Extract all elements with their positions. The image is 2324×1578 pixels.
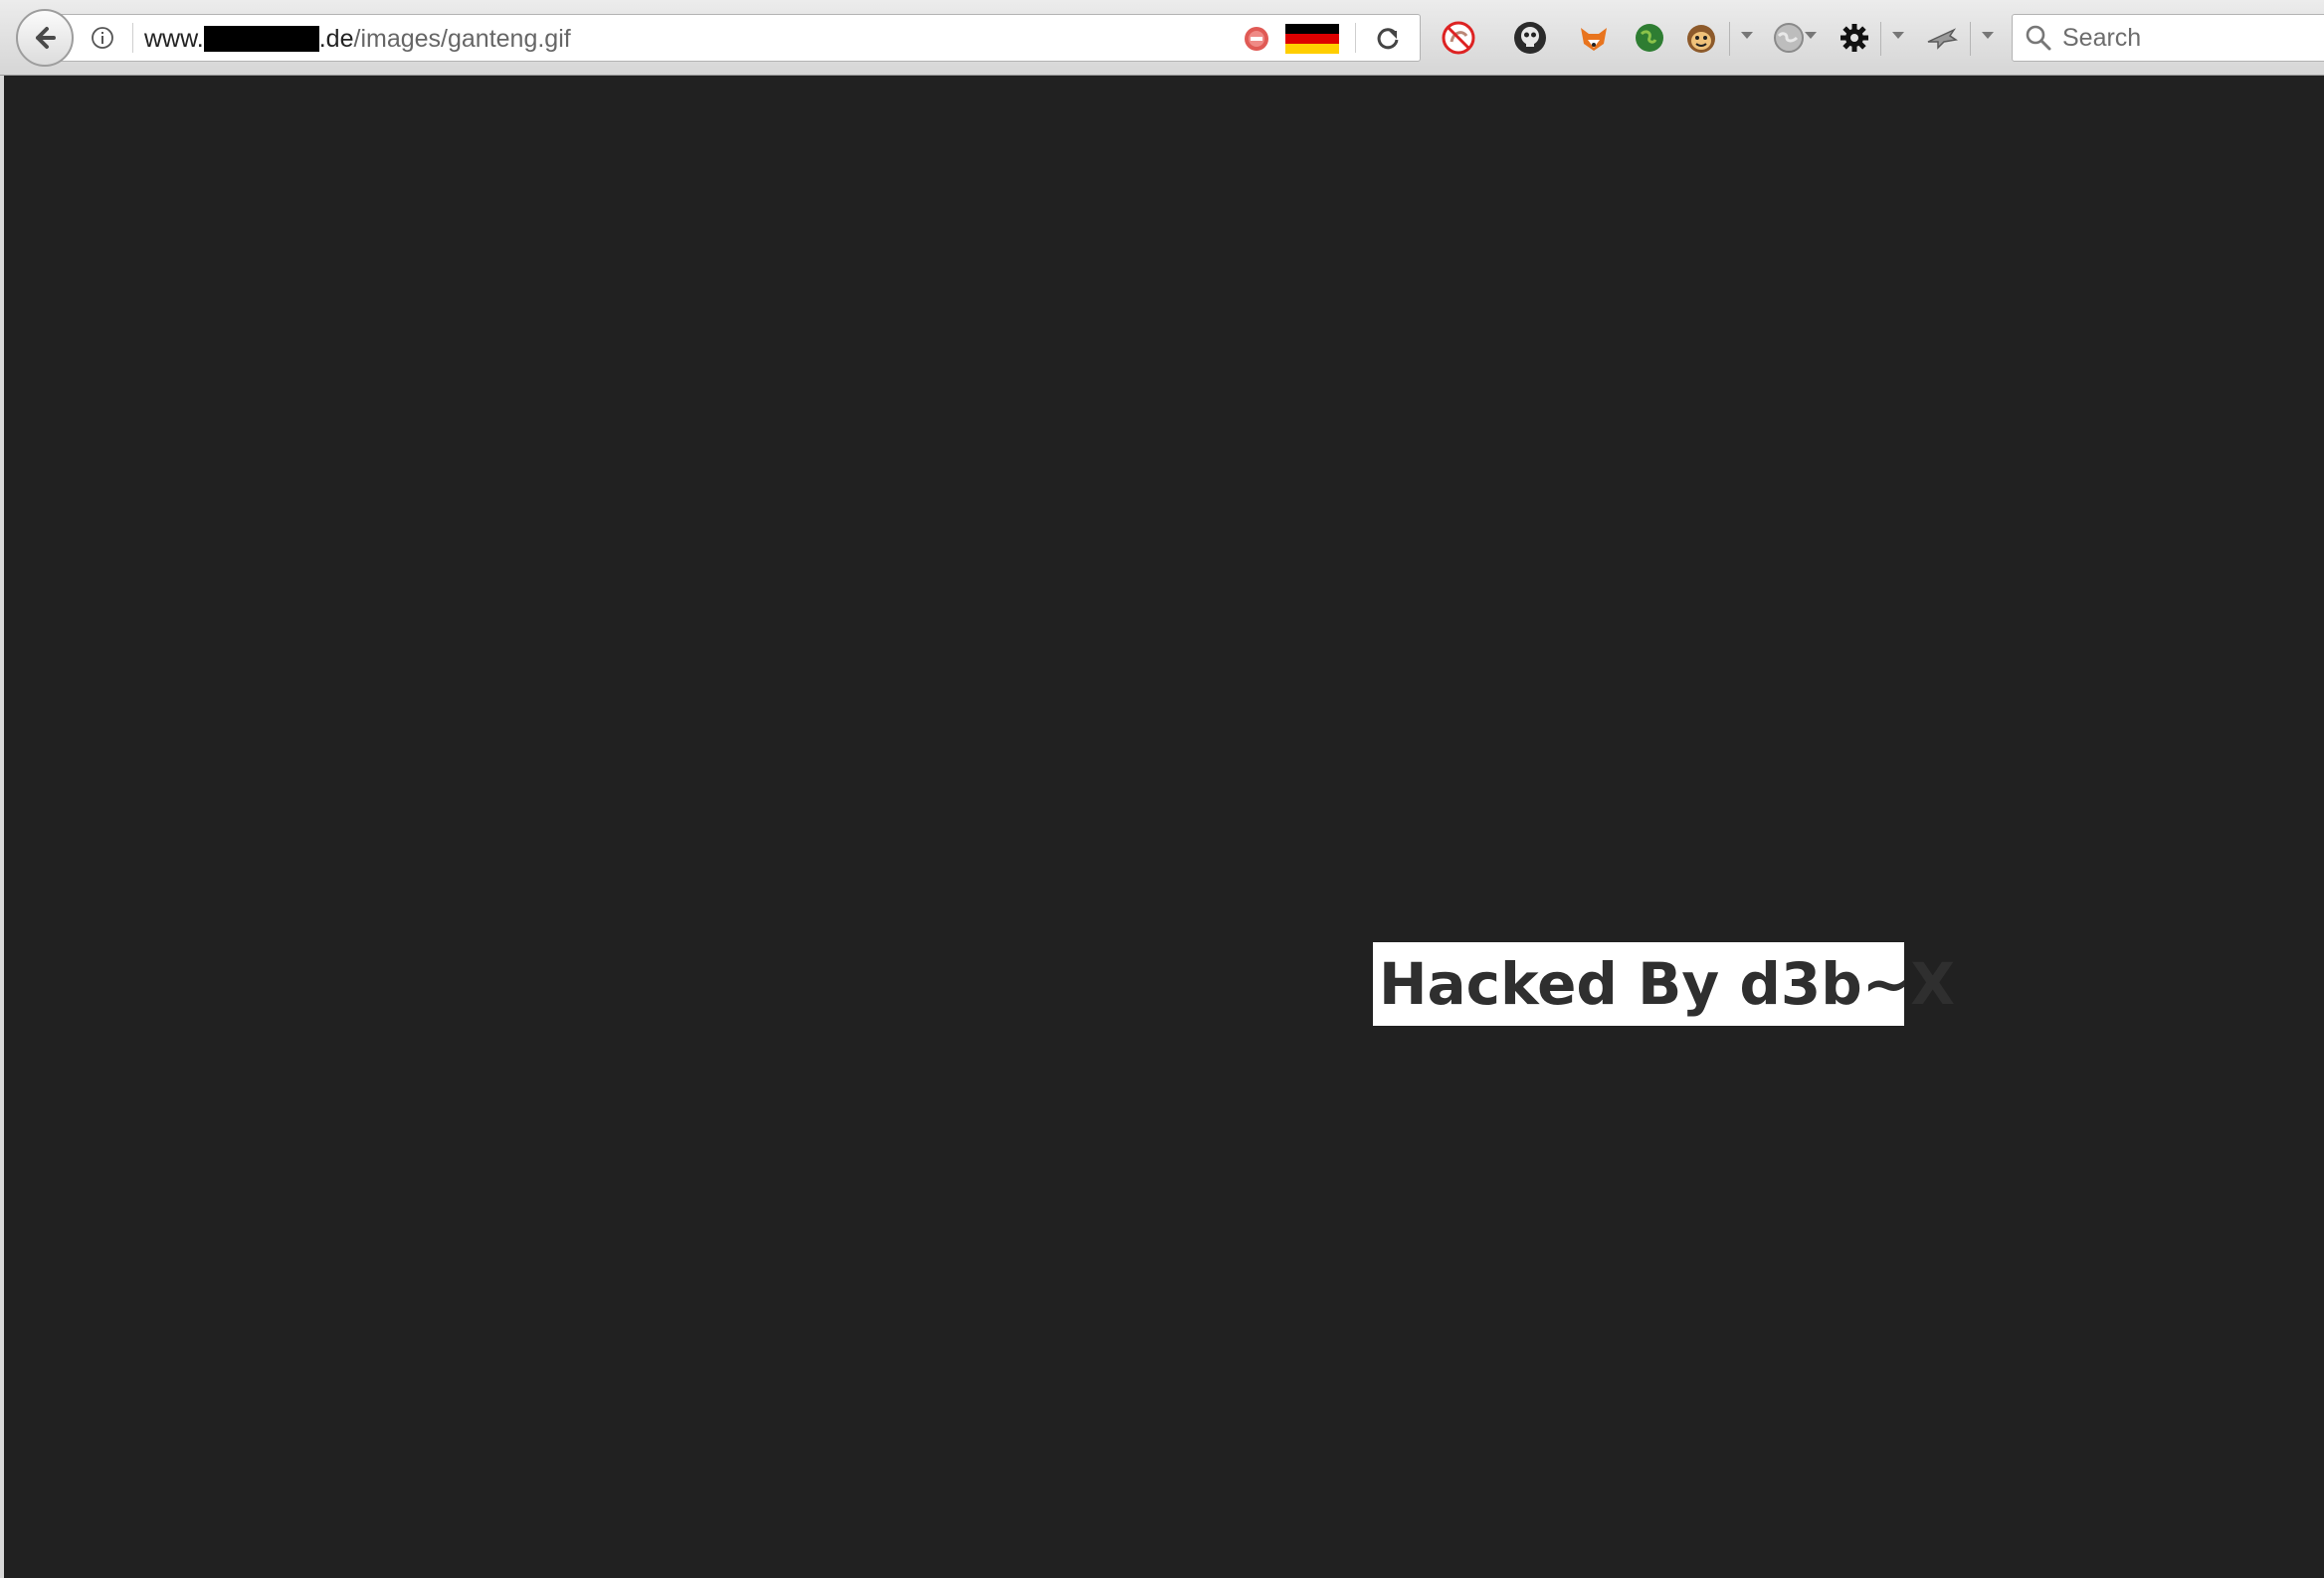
chevron-down-icon[interactable] — [1892, 32, 1904, 39]
flag-stripe-red — [1285, 34, 1339, 44]
address-bar[interactable]: www. .de/images/ganteng.gif — [56, 14, 1421, 62]
gray-globe-icon[interactable] — [1771, 20, 1807, 56]
url-path: /images/ganteng.gif — [353, 25, 571, 53]
hacked-message-text: Hacked By d3b~X — [1379, 950, 1956, 1018]
browser-toolbar: www. .de/images/ganteng.gif — [0, 0, 2324, 76]
hacked-message-image: Hacked By d3b~X — [1373, 942, 1955, 1026]
monkey-icon[interactable] — [1683, 20, 1719, 56]
chevron-down-icon[interactable] — [1805, 32, 1817, 39]
skull-icon[interactable] — [1512, 20, 1548, 56]
no-script-icon[interactable] — [1441, 20, 1476, 56]
gear-icon[interactable] — [1837, 20, 1872, 56]
search-input[interactable] — [2062, 23, 2321, 53]
back-button[interactable] — [16, 9, 74, 67]
chevron-down-icon[interactable] — [1741, 32, 1753, 39]
stop-red-icon[interactable] — [1244, 26, 1269, 52]
reload-icon[interactable] — [1373, 24, 1403, 54]
chevron-down-icon[interactable] — [1982, 32, 1994, 39]
green-globe-icon[interactable] — [1632, 20, 1667, 56]
flag-stripe-gold — [1285, 44, 1339, 54]
site-info-icon[interactable] — [91, 26, 114, 50]
page-content — [0, 76, 2324, 1578]
url-divider-2 — [1355, 23, 1356, 53]
url-prefix: www. — [144, 25, 204, 53]
toolbar-separator — [1880, 22, 1881, 56]
url-text[interactable]: www. .de/images/ganteng.gif — [144, 26, 571, 52]
url-domain-suffix: .de — [318, 25, 354, 53]
redaction-bar — [203, 26, 319, 52]
back-arrow-icon — [36, 27, 56, 49]
flag-stripe-black — [1285, 24, 1339, 34]
url-divider — [132, 23, 133, 53]
germany-flag-icon[interactable] — [1285, 24, 1339, 54]
plane-icon[interactable] — [1924, 20, 1960, 56]
toolbar-separator — [1970, 22, 1971, 56]
toolbar-separator — [1729, 22, 1730, 56]
window-edge — [0, 76, 4, 1578]
search-icon — [2026, 25, 2051, 51]
search-bar[interactable] — [2012, 14, 2324, 62]
fox-icon[interactable] — [1576, 20, 1612, 56]
